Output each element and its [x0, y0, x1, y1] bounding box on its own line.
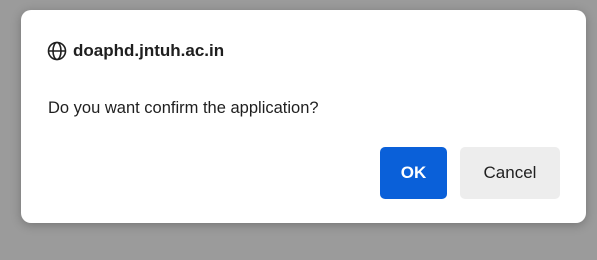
ok-button[interactable]: OK: [380, 147, 447, 199]
dialog-message: Do you want confirm the application?: [48, 99, 319, 117]
globe-icon: [47, 41, 67, 61]
dialog-origin: doaphd.jntuh.ac.in: [47, 40, 224, 62]
cancel-button[interactable]: Cancel: [460, 147, 560, 199]
page-backdrop: doaphd.jntuh.ac.in Do you want confirm t…: [0, 0, 597, 260]
confirm-dialog: doaphd.jntuh.ac.in Do you want confirm t…: [21, 10, 586, 223]
dialog-buttons: OK Cancel: [380, 147, 560, 199]
origin-domain: doaphd.jntuh.ac.in: [73, 41, 225, 60]
